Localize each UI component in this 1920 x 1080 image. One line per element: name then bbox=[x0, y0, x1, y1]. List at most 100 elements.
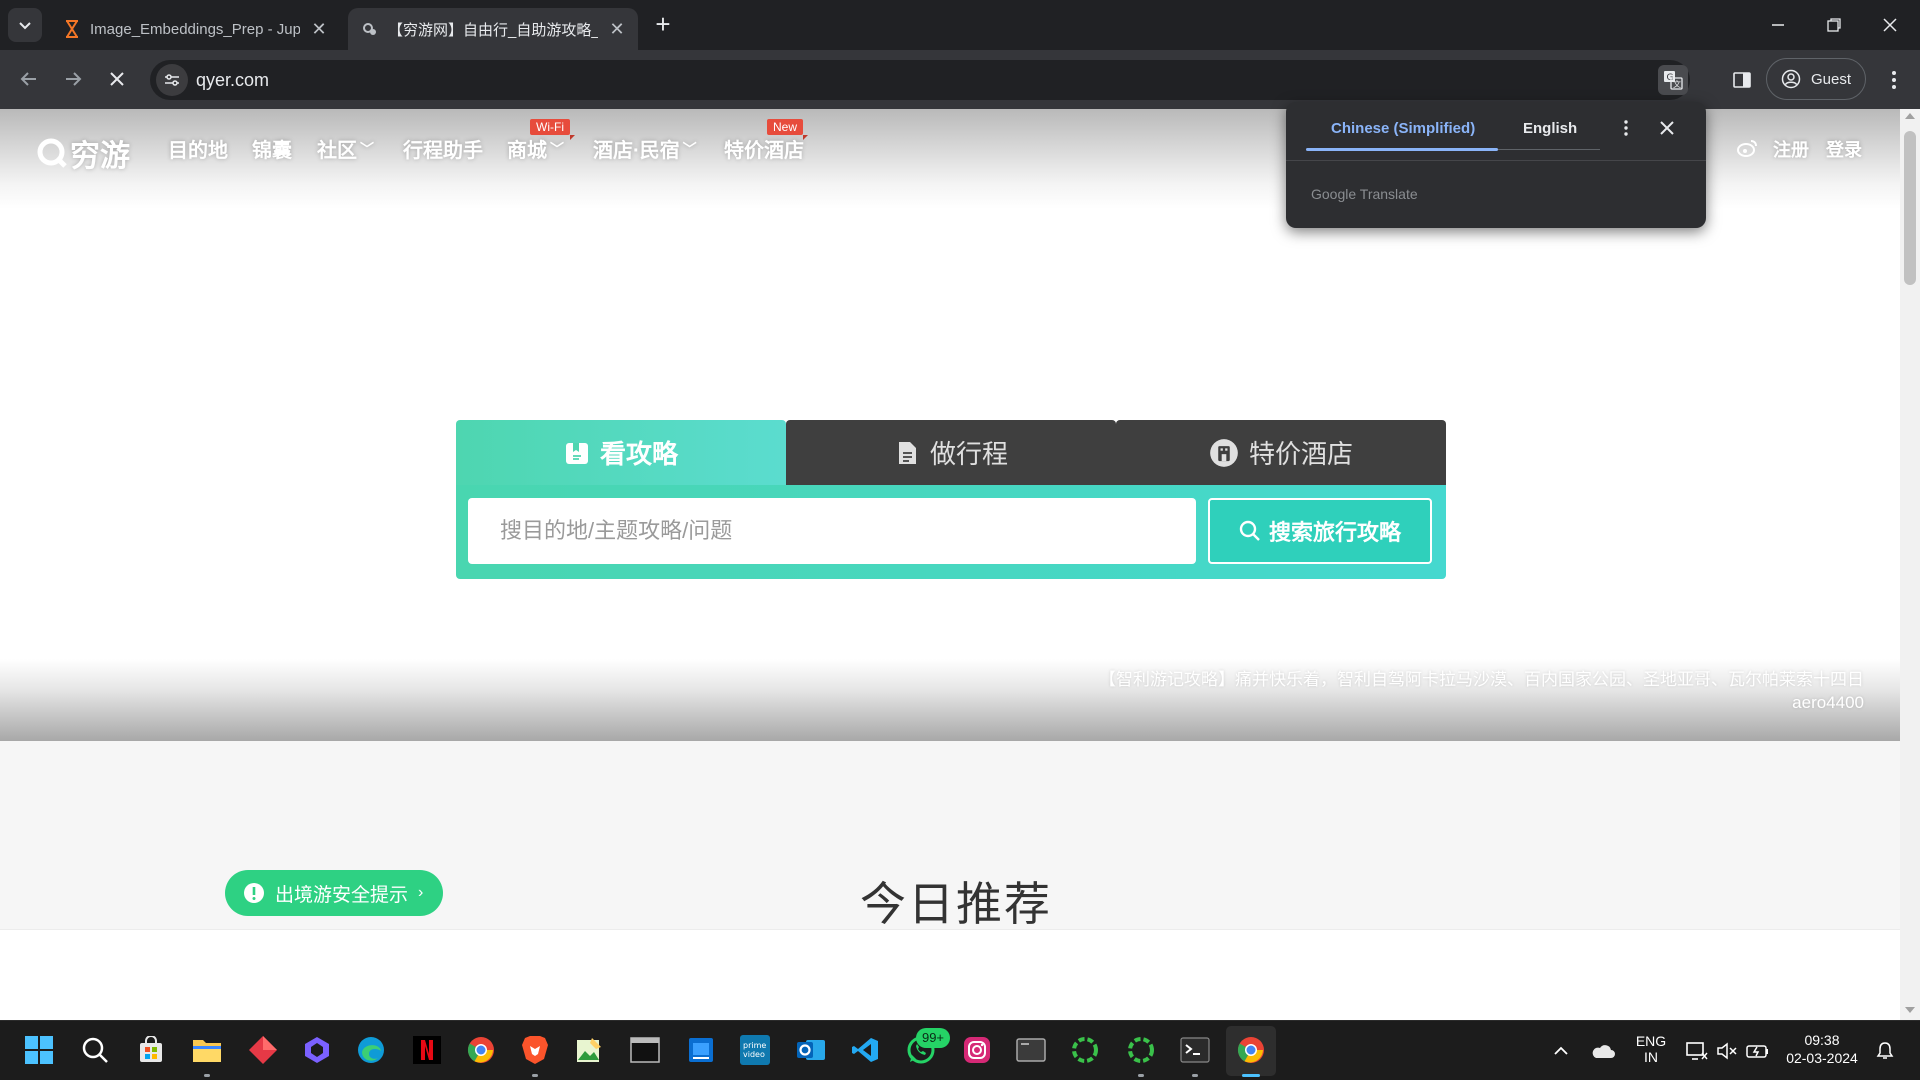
search-guides-button[interactable]: 搜索旅行攻略 bbox=[1208, 498, 1432, 564]
app-green-ring-2-button[interactable] bbox=[1122, 1031, 1160, 1069]
tab-itinerary[interactable]: 做行程 bbox=[786, 420, 1116, 485]
ms-store-button[interactable] bbox=[132, 1031, 170, 1069]
new-badge: New bbox=[767, 119, 809, 140]
speaker-muted-icon[interactable] bbox=[1716, 1042, 1738, 1060]
prime-video-icon: primevideo bbox=[740, 1035, 770, 1065]
notification-bell-icon[interactable] bbox=[1876, 1041, 1894, 1061]
search-input[interactable] bbox=[468, 498, 1196, 564]
profile-button[interactable]: Guest bbox=[1766, 58, 1866, 100]
search-taskbar-button[interactable] bbox=[76, 1031, 114, 1069]
chrome-button[interactable] bbox=[462, 1031, 500, 1069]
chevron-down-icon: ﹀ bbox=[360, 140, 374, 157]
weibo-icon[interactable] bbox=[1736, 139, 1758, 157]
app-red-diamond-button[interactable] bbox=[244, 1031, 282, 1069]
translate-source-lang-tab[interactable]: Chinese (Simplified) bbox=[1331, 120, 1475, 137]
brave-button[interactable] bbox=[516, 1031, 554, 1069]
nav-trip-planner[interactable]: 行程助手 bbox=[403, 134, 483, 163]
green-ring-icon bbox=[1072, 1037, 1098, 1063]
address-bar[interactable]: qyer.com G文 bbox=[150, 60, 1690, 100]
tab-search-button[interactable] bbox=[8, 8, 42, 42]
virtual-machine-button[interactable] bbox=[1012, 1031, 1050, 1069]
safety-tip-label: 出境游安全提示 bbox=[275, 884, 409, 906]
terminal-window-button[interactable] bbox=[626, 1031, 664, 1069]
app-green-image-button[interactable] bbox=[570, 1031, 608, 1069]
netflix-button[interactable] bbox=[408, 1031, 446, 1069]
arrow-left-icon bbox=[20, 72, 36, 86]
side-panel-button[interactable] bbox=[1726, 64, 1758, 96]
nav-community-label: 社区 bbox=[317, 140, 357, 162]
close-tab-icon[interactable]: ✕ bbox=[608, 20, 626, 38]
tab-guides[interactable]: 看攻略 bbox=[456, 420, 786, 485]
nav-shop[interactable]: 商城 ﹀ bbox=[507, 134, 564, 163]
site-info-button[interactable] bbox=[156, 64, 188, 96]
translate-target-lang-tab[interactable]: English bbox=[1523, 120, 1577, 137]
network-icon[interactable] bbox=[1686, 1041, 1708, 1061]
windows-terminal-button[interactable] bbox=[1176, 1031, 1214, 1069]
scroll-thumb[interactable] bbox=[1904, 131, 1916, 285]
blue-window-icon bbox=[689, 1038, 713, 1062]
hero-credit-caption[interactable]: 【智利游记攻略】痛并快乐着，智利自驾阿卡拉马沙漠、百内国家公园、圣地亚哥、瓦尔帕… bbox=[1099, 665, 1864, 690]
translate-page-button[interactable]: G文 bbox=[1658, 65, 1688, 95]
chrome-active-button[interactable] bbox=[1232, 1031, 1270, 1069]
app-green-ring-button[interactable] bbox=[1066, 1031, 1104, 1069]
login-link[interactable]: 登录 bbox=[1826, 136, 1862, 162]
nav-hotels-label: 酒店·民宿 bbox=[593, 140, 680, 162]
file-explorer-button[interactable] bbox=[188, 1031, 226, 1069]
console-icon bbox=[630, 1037, 660, 1063]
onedrive-cloud-icon[interactable] bbox=[1591, 1043, 1615, 1059]
back-button[interactable] bbox=[12, 62, 46, 96]
edge-icon bbox=[358, 1037, 384, 1063]
new-tab-button[interactable]: + bbox=[650, 10, 676, 40]
chevron-right-icon: › bbox=[418, 884, 424, 901]
page-scrollbar[interactable] bbox=[1900, 109, 1920, 1020]
chevron-up-icon[interactable] bbox=[1553, 1046, 1569, 1056]
search-icon bbox=[1239, 520, 1260, 541]
whatsapp-unread-badge: 99+ bbox=[916, 1028, 950, 1048]
nav-hotel-deals[interactable]: 特价酒店 bbox=[724, 134, 804, 163]
nav-destinations[interactable]: 目的地 bbox=[168, 134, 228, 163]
chrome-icon bbox=[467, 1037, 494, 1063]
nav-hotels[interactable]: 酒店·民宿 ﹀ bbox=[593, 134, 697, 163]
scroll-down-arrow[interactable] bbox=[1905, 1007, 1915, 1013]
language-region: IN bbox=[1644, 1049, 1658, 1065]
running-indicator bbox=[1192, 1074, 1198, 1077]
chevron-down-icon: ﹀ bbox=[682, 140, 697, 157]
minimize-button[interactable] bbox=[1750, 0, 1806, 50]
clock[interactable]: 09:38 02-03-2024 bbox=[1782, 1032, 1862, 1066]
edge-button[interactable] bbox=[352, 1031, 390, 1069]
battery-icon[interactable] bbox=[1746, 1042, 1770, 1060]
start-button[interactable] bbox=[20, 1031, 58, 1069]
app-blue-window-button[interactable] bbox=[682, 1031, 720, 1069]
prime-video-button[interactable]: prime video bbox=[736, 1031, 774, 1069]
language-indicator[interactable]: ENG IN bbox=[1628, 1033, 1674, 1065]
svg-text:文: 文 bbox=[1673, 79, 1681, 89]
forward-button[interactable] bbox=[56, 62, 90, 96]
close-window-button[interactable] bbox=[1862, 0, 1918, 50]
outlook-button[interactable] bbox=[792, 1031, 830, 1069]
tune-icon bbox=[165, 74, 179, 86]
register-link[interactable]: 注册 bbox=[1773, 136, 1809, 162]
browser-tab-jupyter[interactable]: Image_Embeddings_Prep - Jupyter ✕ bbox=[50, 8, 340, 50]
vscode-button[interactable] bbox=[846, 1031, 884, 1069]
popup-divider bbox=[1286, 160, 1706, 161]
bookmark-book-icon bbox=[565, 442, 588, 464]
close-tab-icon[interactable]: ✕ bbox=[310, 20, 328, 38]
instagram-button[interactable] bbox=[958, 1031, 996, 1069]
nav-community[interactable]: 社区 ﹀ bbox=[317, 134, 374, 163]
chevron-down-icon: ﹀ bbox=[550, 140, 564, 157]
close-icon[interactable] bbox=[1660, 121, 1674, 135]
wifi-badge: Wi-Fi bbox=[530, 119, 575, 140]
nav-guides[interactable]: 锦囊 bbox=[252, 134, 292, 163]
qyer-logo[interactable]: 穷游 bbox=[36, 131, 130, 175]
copilot-button[interactable] bbox=[298, 1031, 336, 1069]
browser-tab-qyer[interactable]: 【穷游网】自由行_自助游攻略_旅行社区 ✕ bbox=[348, 8, 638, 50]
hero-credit-author[interactable]: aero4400 bbox=[1792, 693, 1864, 713]
stop-loading-button[interactable] bbox=[100, 62, 134, 96]
browser-menu-button[interactable] bbox=[1880, 64, 1908, 96]
more-vertical-icon[interactable] bbox=[1624, 120, 1628, 136]
travel-safety-tip-button[interactable]: 出境游安全提示 › bbox=[225, 870, 444, 916]
restore-button[interactable] bbox=[1806, 0, 1862, 50]
profile-label: Guest bbox=[1811, 70, 1852, 88]
scroll-up-arrow[interactable] bbox=[1905, 113, 1915, 119]
tab-hotel-deals[interactable]: 特价酒店 bbox=[1116, 420, 1446, 485]
